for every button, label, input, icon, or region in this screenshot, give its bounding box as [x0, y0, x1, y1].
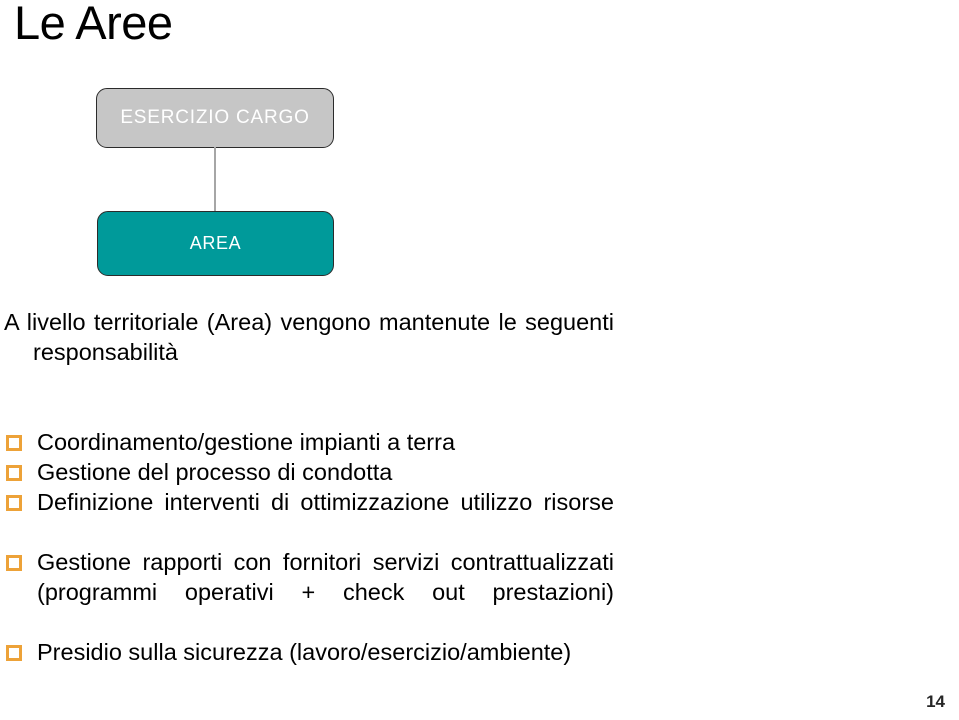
diagram-connector-line	[214, 147, 216, 212]
intro-paragraph: A livello territoriale (Area) vengono ma…	[4, 309, 614, 365]
org-diagram: ESERCIZIO CARGO AREA	[0, 0, 420, 290]
responsibilities-list: Coordinamento/gestione impianti a terra …	[4, 427, 614, 667]
list-item: Gestione rapporti con fornitori servizi …	[4, 547, 614, 637]
diagram-node-area[interactable]: AREA	[97, 211, 334, 276]
list-item: Coordinamento/gestione impianti a terra	[4, 427, 614, 457]
list-item-label: Presidio sulla sicurezza (lavoro/eserciz…	[37, 639, 572, 665]
page-number: 14	[926, 692, 945, 711]
list-item-label: Definizione interventi di ottimizzazione…	[37, 489, 614, 515]
list-item-label: Gestione rapporti con fornitori servizi …	[37, 549, 614, 605]
square-bullet-icon	[6, 495, 22, 511]
list-item-label: Coordinamento/gestione impianti a terra	[37, 429, 456, 455]
list-item: Presidio sulla sicurezza (lavoro/eserciz…	[4, 637, 614, 667]
diagram-node-esercizio-cargo[interactable]: ESERCIZIO CARGO	[96, 88, 334, 148]
diagram-node-label: ESERCIZIO CARGO	[120, 107, 310, 128]
square-bullet-icon	[6, 465, 22, 481]
slide-canvas: Le Aree ESERCIZIO CARGO AREA A livello t…	[0, 0, 959, 720]
list-item: Gestione del processo di condotta	[4, 457, 614, 487]
square-bullet-icon	[6, 435, 22, 451]
body-content: A livello territoriale (Area) vengono ma…	[4, 307, 614, 667]
square-bullet-icon	[6, 645, 22, 661]
diagram-node-label: AREA	[189, 233, 242, 253]
list-item: Definizione interventi di ottimizzazione…	[4, 487, 614, 547]
square-bullet-icon	[6, 555, 22, 571]
list-item-label: Gestione del processo di condotta	[37, 459, 393, 485]
